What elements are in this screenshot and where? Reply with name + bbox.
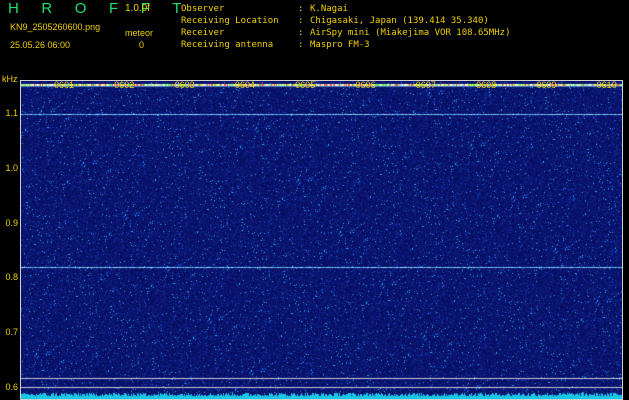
info-row-receiver: Receiver: AirSpy mini (Miakejima VOR 108.… (181, 28, 511, 38)
meteor-label: meteor (125, 28, 154, 38)
file-name: KN9_2505260600.png (10, 22, 101, 32)
version-label: 1.0.0f (125, 3, 151, 14)
y-tick-label: 0.8 (5, 272, 18, 283)
frequency-unit-label: kHz (2, 74, 18, 84)
x-tick-label: 0609 (536, 80, 557, 90)
header-panel: H R O F F T 1.0.0f KN9_2505260600.png me… (0, 0, 629, 75)
x-tick-label: 0605 (295, 80, 316, 90)
y-tick-label: 0.9 (5, 217, 18, 228)
station-info: Observer: K.Nagai Receiving Location: Chig… (181, 3, 510, 51)
x-tick-label: 0607 (415, 80, 436, 90)
info-row-location: Receiving Location: Chigasaki, Japan (139… (181, 16, 489, 26)
info-row-antenna: Receiving antenna: Maspro FM-3 (181, 40, 370, 50)
x-tick-label: 0608 (476, 80, 497, 90)
x-tick-label: 0604 (234, 80, 255, 90)
meteor-count: 0 (139, 40, 145, 50)
x-tick-label: 0606 (355, 80, 376, 90)
y-tick-label: 0.6 (5, 382, 18, 393)
x-axis-time-ticks: 0601 0602 0603 0604 0605 0606 0607 0608 0609 0610 (20, 80, 622, 92)
date-time: 25.05.26 06:00 (10, 40, 71, 50)
app-title: H R O F F T (8, 0, 191, 17)
x-tick-label: 0602 (114, 80, 135, 90)
y-tick-label: 1.1 (5, 107, 18, 118)
waterfall-canvas (20, 80, 623, 400)
x-tick-label: 0603 (174, 80, 195, 90)
x-tick-label: 0601 (53, 80, 75, 90)
info-row-observer: Observer: K.Nagai (181, 4, 348, 14)
y-tick-label: 1.0 (5, 162, 18, 173)
y-tick-label: 0.7 (5, 327, 18, 338)
x-tick-label: 0610 (596, 80, 617, 90)
waterfall-plot (20, 80, 623, 400)
